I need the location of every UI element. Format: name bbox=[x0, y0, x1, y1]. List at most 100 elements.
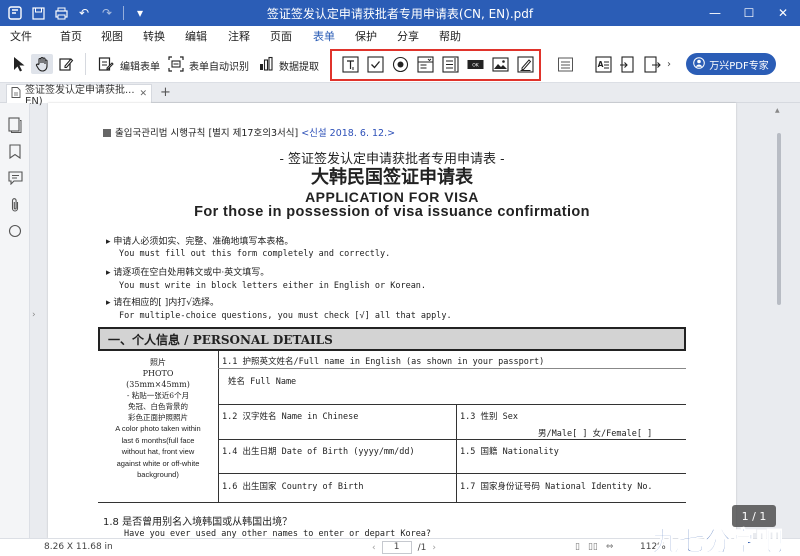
single-page-icon[interactable]: ▯ bbox=[575, 542, 580, 552]
instruction-2-en: You must write in block letters either i… bbox=[119, 281, 427, 291]
divider bbox=[123, 6, 124, 20]
close-icon[interactable]: ✕ bbox=[766, 0, 800, 26]
photo-note-en-5: background) bbox=[137, 470, 179, 479]
menu-bar: 文件 首页 视图 转换 编辑 注释 页面 表单 保护 分享 帮助 bbox=[0, 26, 800, 47]
field-1-6-label: 1.6 出生国家 Country of Birth bbox=[222, 482, 364, 492]
menu-page[interactable]: 页面 bbox=[270, 28, 292, 44]
fit-width-icon[interactable]: ⇔ bbox=[606, 542, 614, 552]
doc-title-en: APPLICATION FOR VISA bbox=[305, 189, 479, 205]
menu-comment[interactable]: 注释 bbox=[228, 28, 250, 44]
maximize-icon[interactable]: ☐ bbox=[732, 0, 766, 26]
more-chevron-icon[interactable]: › bbox=[664, 54, 674, 74]
instruction-2-cn: ▸ 请逐项在空白处用韩文或中·英文填写。 bbox=[106, 268, 270, 278]
quick-access-toolbar: ↶ ↷ ▾ bbox=[0, 0, 147, 26]
save-icon[interactable] bbox=[31, 6, 45, 20]
pages-thumbnail-icon[interactable] bbox=[7, 117, 23, 133]
photo-label-en: PHOTO bbox=[142, 369, 174, 378]
field-1-4-label: 1.4 出生日期 Date of Birth (yyyy/mm/dd) bbox=[222, 447, 415, 457]
header-square-icon bbox=[103, 129, 111, 137]
field-1-1-sublabel: 姓名 Full Name bbox=[228, 377, 297, 387]
prev-page-icon[interactable]: ‹ bbox=[372, 543, 376, 553]
undo-icon[interactable]: ↶ bbox=[77, 6, 91, 20]
question-1-8-cn: 1.8 是否曾用别名入境韩国或从韩国出境？ bbox=[103, 517, 293, 528]
select-cursor-icon[interactable] bbox=[9, 54, 29, 74]
menu-help[interactable]: 帮助 bbox=[439, 28, 461, 44]
section-personal-details: 一、个人信息 / PERSONAL DETAILS bbox=[98, 327, 686, 351]
customize-dropdown-icon[interactable]: ▾ bbox=[133, 6, 147, 20]
print-icon[interactable] bbox=[54, 6, 68, 20]
menu-file[interactable]: 文件 bbox=[10, 28, 32, 44]
minimize-icon[interactable]: — bbox=[698, 0, 732, 26]
instruction-3-en: For multiple-choice questions, you must … bbox=[119, 311, 452, 321]
data-extract-label[interactable]: 数据提取 bbox=[279, 58, 319, 73]
page-total: /1 bbox=[417, 542, 427, 553]
edit-form-icon[interactable] bbox=[96, 54, 116, 74]
menu-convert[interactable]: 转换 bbox=[143, 28, 165, 44]
recognize-text-icon[interactable]: A bbox=[593, 54, 613, 74]
edit-pen-icon[interactable] bbox=[56, 54, 76, 74]
document-tab-bar: 签证签发认定申请获批... EN) ✕ + bbox=[0, 83, 800, 107]
data-extract-icon[interactable] bbox=[256, 54, 276, 74]
field-1-7-label: 1.7 国家身份证号码 National Identity No. bbox=[460, 482, 653, 492]
field-1-3-options[interactable]: 男/Male[ ] 女/Female[ ] bbox=[538, 427, 652, 439]
doc-title-cn: 大韩民国签证申请表 bbox=[311, 167, 473, 188]
toolbar-divider bbox=[85, 53, 86, 75]
new-tab-icon[interactable]: + bbox=[160, 85, 171, 100]
form-properties-icon[interactable] bbox=[555, 54, 575, 74]
search-icon[interactable] bbox=[7, 223, 23, 239]
scroll-up-icon[interactable]: ▲ bbox=[775, 107, 780, 114]
highlight-box bbox=[330, 49, 541, 81]
pdf-expert-label: 万兴PDF专家 bbox=[709, 60, 769, 72]
pdf-file-icon bbox=[11, 87, 21, 101]
instruction-1-cn: ▸ 申请人必须如实、完整、准确地填写本表格。 bbox=[106, 237, 294, 247]
redo-icon[interactable]: ↷ bbox=[100, 6, 114, 20]
photo-box: 照片 PHOTO (35mm×45mm) - 粘贴一张近6个月 免冠、白色背景的… bbox=[98, 357, 218, 481]
watermark-logo: 九七分享吧 bbox=[652, 520, 798, 556]
instruction-1-en: You must fill out this form completely a… bbox=[119, 249, 391, 259]
bookmark-icon[interactable] bbox=[7, 143, 23, 159]
photo-note-cn-2: 免冠、白色背景的 bbox=[128, 402, 188, 411]
instruction-3-cn: ▸ 请在相应的[ ]内打√选择。 bbox=[106, 298, 219, 308]
page-navigator: ‹ 1 /1 › bbox=[372, 541, 436, 554]
pdf-expert-button[interactable]: 万兴PDF专家 bbox=[686, 53, 776, 75]
form-header-law: 출입국관리법 시행규칙 [별지 제17호의3서식] bbox=[115, 128, 302, 139]
scrollbar-thumb[interactable] bbox=[777, 133, 781, 305]
doc-subtitle-en: For those in possession of visa issuance… bbox=[194, 204, 590, 220]
hand-tool-icon[interactable] bbox=[31, 54, 53, 74]
two-page-icon[interactable]: ▯▯ bbox=[588, 542, 598, 552]
menu-home[interactable]: 首页 bbox=[60, 28, 82, 44]
next-page-icon[interactable]: › bbox=[432, 543, 436, 553]
title-bar: ↶ ↷ ▾ 签证签发认定申请获批者专用申请表(CN, EN).pdf — ☐ ✕ bbox=[0, 0, 800, 26]
tab-close-icon[interactable]: ✕ bbox=[139, 89, 147, 99]
menu-view[interactable]: 视图 bbox=[101, 28, 123, 44]
menu-edit[interactable]: 编辑 bbox=[185, 28, 207, 44]
photo-size: (35mm×45mm) bbox=[126, 380, 190, 389]
photo-note-en-2: last 6 months(full face bbox=[121, 435, 195, 445]
sidebar-collapse-icon[interactable]: › bbox=[32, 310, 36, 320]
vertical-scrollbar[interactable]: ▲ bbox=[775, 103, 783, 538]
export-data-icon[interactable] bbox=[642, 54, 662, 74]
svg-text:A: A bbox=[597, 60, 603, 69]
photo-note-cn-1: - 粘贴一张近6个月 bbox=[126, 391, 190, 400]
menu-share[interactable]: 分享 bbox=[397, 28, 419, 44]
page-number-input[interactable]: 1 bbox=[381, 541, 412, 554]
field-1-5-label: 1.5 国籍 Nationality bbox=[460, 447, 559, 457]
edit-form-label[interactable]: 编辑表单 bbox=[120, 58, 160, 73]
field-1-3-label: 1.3 性别 Sex bbox=[460, 412, 518, 422]
field-1-1-label: 1.1 护照英文姓名/Full name in English (as show… bbox=[222, 357, 545, 367]
auto-recognize-label[interactable]: 表单自动识别 bbox=[189, 58, 249, 73]
app-logo-icon bbox=[8, 6, 22, 20]
watermark-text: 九七分享吧 bbox=[652, 527, 784, 556]
photo-note-cn-3: 彩色正面护照照片 bbox=[128, 413, 188, 422]
document-tab[interactable]: 签证签发认定申请获批... EN) ✕ bbox=[6, 84, 152, 107]
user-icon bbox=[693, 56, 706, 72]
form-header: 출입국관리법 시행규칙 [별지 제17호의3서식] <신설 2018. 6. 1… bbox=[103, 125, 395, 139]
import-data-icon[interactable] bbox=[617, 54, 637, 74]
comment-icon[interactable] bbox=[7, 170, 23, 186]
page-dimensions: 8.26 X 11.68 in bbox=[44, 542, 113, 552]
attachment-icon[interactable] bbox=[7, 197, 23, 213]
view-mode-icons: ▯ ▯▯ ⇔ bbox=[575, 542, 613, 552]
menu-form[interactable]: 表单 bbox=[313, 28, 335, 47]
auto-recognize-icon[interactable] bbox=[166, 54, 186, 74]
menu-protect[interactable]: 保护 bbox=[355, 28, 377, 44]
